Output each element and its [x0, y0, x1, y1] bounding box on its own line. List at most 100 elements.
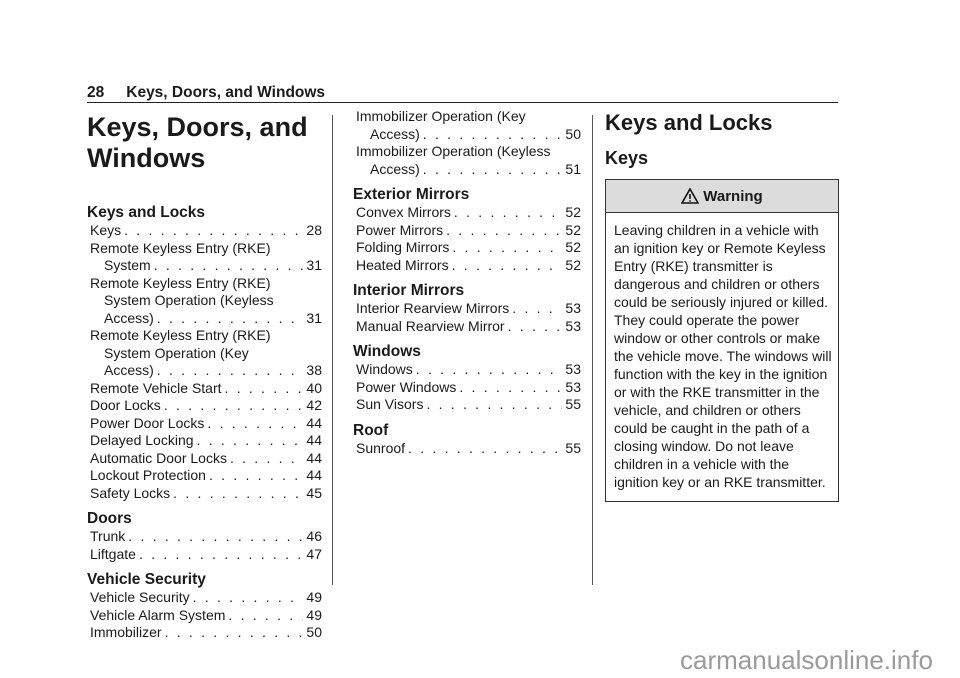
toc-entry[interactable]: Convex Mirrors 52	[353, 204, 581, 222]
toc-entry[interactable]: Power Door Locks 44	[87, 415, 322, 433]
column-divider	[592, 115, 593, 585]
dot-leader	[423, 161, 563, 179]
toc-entry-page: 45	[306, 484, 322, 501]
toc-entry-page: 52	[565, 239, 581, 255]
toc-entry-title: Power Mirrors	[356, 221, 444, 238]
toc-entry[interactable]: Vehicle Alarm System 49	[87, 607, 322, 625]
toc-entry[interactable]: Windows 53	[353, 361, 581, 379]
toc-entry[interactable]: Liftgate 47	[87, 546, 322, 564]
toc-entry-title: Trunk	[90, 528, 126, 544]
toc-section-heading: Doors	[87, 510, 132, 527]
toc-entry[interactable]: Manual Rearview Mirror 53	[353, 318, 581, 336]
toc-entry[interactable]: Remote Vehicle Start 40	[87, 380, 322, 398]
toc-entry-title: Power Door Locks	[90, 414, 205, 431]
dot-leader	[508, 318, 563, 336]
toc-entry[interactable]: Trunk 46	[87, 528, 322, 546]
toc-entry[interactable]: Vehicle Security 49	[87, 589, 322, 607]
toc-entry[interactable]: Keys 28	[87, 222, 322, 240]
toc-entry-title: Vehicle Alarm System	[90, 606, 226, 623]
warning-header: Warning	[606, 180, 838, 213]
dot-leader	[193, 589, 304, 607]
toc-entry-title: System Operation (Keyless	[104, 292, 274, 308]
toc-entry-page: 44	[306, 414, 322, 431]
toc-entry-page: 50	[306, 624, 322, 640]
warning-text: Leaving children in a vehicle with an ig…	[614, 222, 832, 490]
toc-entry[interactable]: Remote Keyless Entry (RKE) System Operati…	[87, 327, 322, 380]
toc-entry-page: 46	[306, 528, 322, 544]
toc-entry[interactable]: Immobilizer Operation (KeylessAccess) 51	[353, 143, 581, 178]
toc-entry-page: 51	[565, 160, 581, 177]
dot-leader	[124, 222, 303, 240]
toc-entry-page: 50	[565, 125, 581, 142]
dot-leader	[452, 257, 563, 275]
toc-entry-page: 44	[306, 432, 322, 448]
toc-entry[interactable]: Delayed Locking 44	[87, 432, 322, 450]
dot-leader	[154, 257, 304, 275]
toc-entry-title: Automatic Door Locks	[90, 449, 227, 466]
toc-entry-title: Safety Locks	[90, 484, 171, 501]
toc-entry-page: 55	[565, 396, 581, 412]
toc-entry-page: 52	[565, 256, 581, 273]
toc-entry[interactable]: Sun Visors 55	[353, 396, 581, 414]
dot-leader	[197, 432, 304, 450]
toc-entry-page: 40	[306, 379, 322, 396]
toc-entry-page: 31	[306, 257, 322, 273]
toc-entry-title: Manual Rearview Mirror	[356, 317, 505, 334]
toc-entry[interactable]: Power Windows 53	[353, 379, 581, 397]
toc-entry[interactable]: Immobilizer Operation (KeyAccess) 50	[353, 108, 581, 143]
toc-entry[interactable]: Remote Keyless Entry (RKE)System 31	[87, 240, 322, 275]
toc-entry[interactable]: Interior Rearview Mirrors 53	[353, 300, 581, 318]
dot-leader	[452, 239, 562, 257]
toc-entry-page: 53	[565, 317, 581, 334]
toc-entry-title: Interior Rearview Mirrors	[356, 300, 510, 316]
toc-entry-title: Vehicle Security	[90, 589, 190, 605]
toc-entry-title: Power Windows	[356, 378, 457, 395]
header-rule	[87, 102, 838, 103]
toc-entry-page: 53	[565, 378, 581, 395]
toc-section-heading: Interior Mirrors	[353, 282, 465, 299]
toc-entry[interactable]: Lockout Protection 44	[87, 467, 322, 485]
toc-entry-page: 42	[306, 397, 322, 413]
dot-leader	[225, 380, 304, 398]
dot-leader	[423, 126, 563, 144]
dot-leader	[408, 440, 562, 458]
toc-entry[interactable]: Safety Locks 45	[87, 485, 322, 503]
toc-entry[interactable]: Door Locks 42	[87, 397, 322, 415]
toc-entry[interactable]: Folding Mirrors 52	[353, 239, 581, 257]
toc-entry[interactable]: Immobilizer 50	[87, 624, 322, 642]
warning-label: Warning	[703, 187, 763, 205]
warning-triangle-icon	[681, 188, 700, 204]
toc-entry[interactable]: Power Mirrors 52	[353, 222, 581, 240]
dot-leader	[207, 415, 303, 433]
toc-entry-title: Remote Vehicle Start	[90, 379, 222, 396]
dot-leader	[512, 300, 562, 318]
chapter-title-line: Windows	[87, 143, 206, 173]
toc-entry-title: Access)	[104, 309, 154, 326]
dot-leader	[157, 362, 304, 380]
toc-entry[interactable]: Automatic Door Locks 44	[87, 450, 322, 468]
toc-entry-title: System	[104, 257, 151, 273]
toc-entry-page: 47	[306, 545, 322, 562]
toc-entry-title: Sunroof	[356, 439, 406, 456]
warning-box: Warning Leaving children in a vehicle wi…	[605, 179, 839, 502]
subsection-title: Keys	[605, 148, 649, 168]
dot-leader	[459, 379, 562, 397]
dot-leader	[228, 607, 303, 625]
chapter-title: Keys, Doors, and Windows	[87, 112, 322, 174]
toc-entry-title: Door Locks	[90, 397, 161, 413]
dot-leader	[128, 528, 303, 546]
dot-leader	[157, 310, 304, 328]
toc-entry-title: System Operation (Key	[104, 344, 249, 361]
toc-entry-title: Access)	[104, 362, 154, 378]
toc-entry[interactable]: Sunroof 55	[353, 440, 581, 458]
dot-leader	[426, 396, 562, 414]
toc-entry[interactable]: Remote Keyless Entry (RKE) System Operati…	[87, 275, 322, 328]
page-number: 28	[87, 84, 105, 101]
dot-leader	[164, 397, 304, 415]
toc-entry-page: 44	[306, 467, 322, 483]
toc-column-1: Keys, Doors, and Windows Keys and Locks K…	[87, 110, 322, 642]
toc-entry-title: Delayed Locking	[90, 432, 194, 448]
toc-entry-title: Liftgate	[90, 545, 136, 562]
toc-entry[interactable]: Heated Mirrors 52	[353, 257, 581, 275]
toc-entry-title: Lockout Protection	[90, 467, 206, 483]
